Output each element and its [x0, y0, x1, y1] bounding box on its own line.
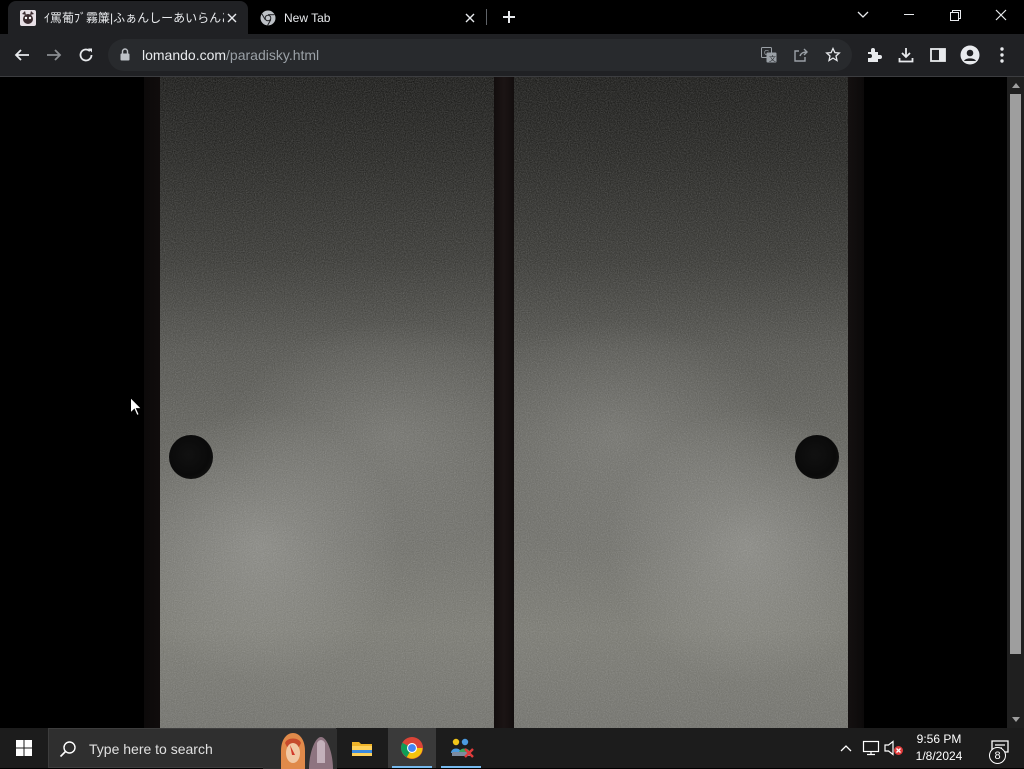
windows-taskbar: Type here to search 9:56 PM 1/8/2024 8	[0, 728, 1024, 769]
tab-title: ｲ罵葡ﾌﾞ霧簾|ふぁんしーあいらんどス	[44, 11, 224, 25]
profile-icon[interactable]	[958, 43, 982, 67]
taskbar-search-box[interactable]: Type here to search	[48, 728, 337, 769]
search-highlight-illustration	[263, 729, 337, 769]
minimize-icon[interactable]	[886, 0, 932, 30]
share-icon[interactable]	[791, 45, 811, 65]
search-placeholder: Type here to search	[89, 741, 213, 757]
search-icon	[59, 740, 77, 763]
door-texture	[160, 77, 494, 728]
url-domain: lomando.com	[142, 47, 227, 63]
windows-start-icon[interactable]	[0, 728, 48, 768]
translate-icon[interactable]: G文	[759, 45, 779, 65]
side-panel-icon[interactable]	[926, 43, 950, 67]
scrollbar-thumb[interactable]	[1010, 94, 1021, 654]
chrome-icon	[260, 10, 276, 26]
address-bar[interactable]: lomando.com/paradisky.html G文	[108, 39, 852, 71]
door-center-gap	[494, 77, 514, 728]
scroll-down-arrow-icon[interactable]	[1007, 711, 1024, 728]
tab-new-tab[interactable]: New Tab	[250, 1, 486, 34]
close-window-icon[interactable]	[978, 0, 1024, 30]
left-sliding-door[interactable]	[160, 77, 494, 728]
new-tab-plus-icon[interactable]	[499, 7, 519, 27]
notification-badge: 8	[989, 747, 1006, 764]
tab-title: New Tab	[284, 10, 331, 25]
tab-close-icon[interactable]	[224, 10, 240, 26]
network-status-icon[interactable]	[861, 738, 881, 758]
reload-icon[interactable]	[74, 43, 98, 67]
volume-muted-icon[interactable]	[884, 738, 904, 758]
vertical-scrollbar[interactable]	[1007, 77, 1024, 728]
tab-active[interactable]: ｲ罵葡ﾌﾞ霧簾|ふぁんしーあいらんどス	[8, 1, 248, 34]
site-favicon-icon	[20, 9, 36, 26]
back-icon[interactable]	[10, 43, 34, 67]
browser-toolbar: lomando.com/paradisky.html G文	[0, 34, 1024, 76]
lock-icon[interactable]	[120, 48, 130, 66]
svg-text:文: 文	[769, 54, 776, 63]
left-door-handle[interactable]	[169, 435, 213, 479]
page-viewport[interactable]	[0, 77, 1007, 728]
door-texture	[514, 77, 848, 728]
network-app-icon[interactable]	[437, 728, 485, 768]
url-text: lomando.com/paradisky.html	[142, 47, 319, 63]
right-door-handle[interactable]	[795, 435, 839, 479]
menu-icon[interactable]	[990, 43, 1014, 67]
restore-icon[interactable]	[932, 0, 978, 30]
tab-separator	[486, 9, 487, 25]
file-explorer-icon[interactable]	[338, 728, 386, 768]
url-path: /paradisky.html	[226, 47, 320, 63]
mouse-cursor-icon	[130, 396, 143, 421]
extensions-icon[interactable]	[862, 43, 886, 67]
download-icon[interactable]	[894, 43, 918, 67]
clock-date: 1/8/2024	[915, 749, 963, 763]
bookmark-star-icon[interactable]	[823, 45, 843, 65]
tab-search-chevron-icon[interactable]	[840, 0, 886, 30]
tab-close-icon[interactable]	[462, 10, 478, 26]
scroll-up-arrow-icon[interactable]	[1007, 77, 1024, 94]
taskbar-clock[interactable]: 9:56 PM 1/8/2024	[910, 731, 968, 765]
chrome-taskbar-icon[interactable]	[388, 728, 436, 768]
tray-overflow-chevron-icon[interactable]	[836, 738, 856, 758]
tab-strip: ｲ罵葡ﾌﾞ霧簾|ふぁんしーあいらんどス New Tab	[0, 0, 1024, 34]
clock-time: 9:56 PM	[916, 732, 962, 746]
forward-icon[interactable]	[42, 43, 66, 67]
right-sliding-door[interactable]	[514, 77, 848, 728]
